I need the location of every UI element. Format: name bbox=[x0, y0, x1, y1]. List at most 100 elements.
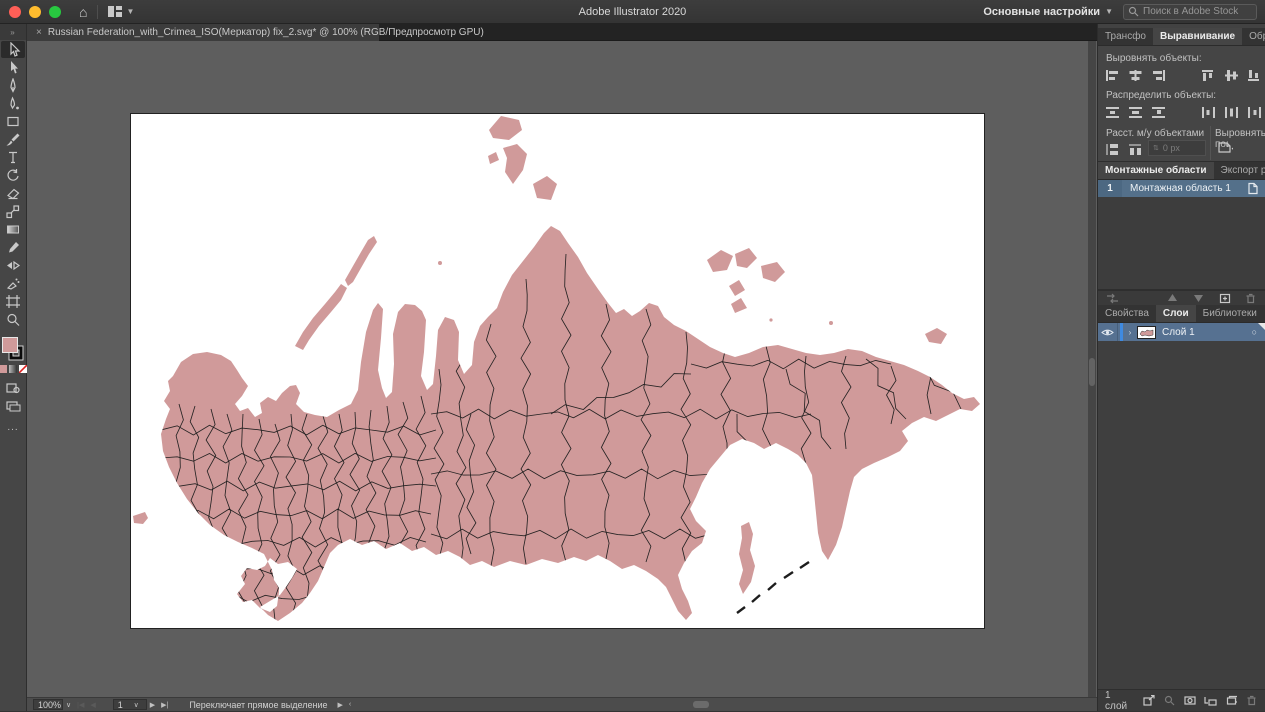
type-tool[interactable] bbox=[1, 149, 25, 166]
align-middle-v-button[interactable] bbox=[1223, 68, 1240, 82]
distribute-top-button[interactable] bbox=[1104, 105, 1121, 119]
align-to-selector[interactable] bbox=[1216, 140, 1233, 154]
horizontal-scrollbar-thumb[interactable] bbox=[693, 701, 709, 708]
artboard-nav-select[interactable]: 1 ∨ bbox=[113, 699, 147, 710]
tab-align[interactable]: Выравнивание bbox=[1153, 28, 1242, 45]
minimize-window-button[interactable] bbox=[29, 6, 41, 18]
layer-row[interactable]: › Слой 1 ○ bbox=[1098, 323, 1265, 341]
previous-artboard-button[interactable]: ◀ bbox=[90, 701, 95, 709]
stock-search[interactable] bbox=[1123, 4, 1257, 20]
rectangle-tool[interactable] bbox=[1, 113, 25, 130]
none-button[interactable] bbox=[19, 365, 27, 373]
layer-expand-icon[interactable]: › bbox=[1123, 328, 1137, 337]
align-right-button[interactable] bbox=[1150, 68, 1167, 82]
tab-properties[interactable]: Свойства bbox=[1098, 305, 1156, 322]
align-center-h-button[interactable] bbox=[1127, 68, 1144, 82]
zoom-level-select[interactable]: 100% bbox=[33, 699, 63, 710]
fill-swatch[interactable] bbox=[2, 337, 18, 353]
locate-object-button[interactable] bbox=[1164, 694, 1176, 708]
new-layer-button[interactable] bbox=[1225, 694, 1237, 708]
close-tab-icon[interactable]: × bbox=[36, 27, 42, 38]
arrange-documents-control[interactable]: ▼ bbox=[108, 6, 134, 17]
canvas-pasteboard[interactable] bbox=[27, 41, 1097, 697]
artboard-name[interactable]: Монтажная область 1 bbox=[1130, 183, 1244, 194]
layer-target-icon[interactable]: ○ bbox=[1252, 327, 1257, 337]
width-tool[interactable] bbox=[1, 257, 25, 274]
tab-layers[interactable]: Слои bbox=[1156, 305, 1196, 322]
distribute-right-button[interactable] bbox=[1246, 105, 1263, 119]
tab-artboards[interactable]: Монтажные области bbox=[1098, 162, 1214, 179]
tab-pathfinder[interactable]: Обработ bbox=[1242, 28, 1265, 45]
artboard-tool[interactable] bbox=[1, 293, 25, 310]
align-bottom-button[interactable] bbox=[1246, 68, 1263, 82]
russia-mainland-shape[interactable] bbox=[161, 226, 980, 621]
align-panel-tabs: Трансфо Выравнивание Обработ ≡ bbox=[1098, 28, 1265, 46]
symbol-sprayer-tool[interactable] bbox=[1, 275, 25, 292]
color-button[interactable] bbox=[0, 365, 7, 373]
eyedropper-tool[interactable] bbox=[1, 239, 25, 256]
horizontal-distribute-space-button[interactable] bbox=[1127, 142, 1144, 156]
search-input[interactable] bbox=[1143, 6, 1252, 17]
layer-thumbnail[interactable] bbox=[1137, 326, 1156, 339]
make-clipping-mask-button[interactable] bbox=[1184, 694, 1196, 708]
pen-tool[interactable] bbox=[1, 77, 25, 94]
spacing-value-stepper[interactable]: ⇅ 0 px bbox=[1148, 140, 1206, 156]
distribute-center-h-button[interactable] bbox=[1223, 105, 1240, 119]
next-artboard-button[interactable]: ▶ bbox=[150, 701, 155, 709]
tools-panel-drag-handle[interactable]: » bbox=[0, 24, 26, 40]
tab-libraries[interactable]: Библиотеки bbox=[1196, 305, 1264, 322]
document-area: × Russian Federation_with_Crimea_ISO(Мер… bbox=[27, 24, 1097, 711]
zoom-tool[interactable] bbox=[1, 311, 25, 328]
status-flyout-icon[interactable]: ▶ bbox=[337, 701, 342, 709]
zoom-level-value: 100% bbox=[38, 700, 61, 710]
home-icon[interactable]: ⌂ bbox=[79, 4, 87, 20]
chevron-down-icon: ▼ bbox=[126, 7, 134, 16]
vertical-scrollbar-thumb[interactable] bbox=[1089, 358, 1095, 386]
vertical-distribute-space-button[interactable] bbox=[1104, 142, 1121, 156]
zoom-chevron-icon[interactable]: ∨ bbox=[66, 701, 71, 709]
delete-layer-button[interactable] bbox=[1246, 694, 1258, 708]
curvature-tool[interactable] bbox=[1, 95, 25, 112]
zoom-window-button[interactable] bbox=[49, 6, 61, 18]
selection-tool[interactable] bbox=[1, 41, 25, 58]
eraser-tool[interactable] bbox=[1, 185, 25, 202]
new-artboard-button[interactable] bbox=[1216, 291, 1233, 305]
last-artboard-button[interactable]: ▶| bbox=[161, 701, 168, 709]
status-back-icon[interactable]: ‹ bbox=[349, 701, 351, 708]
move-artboard-up-button[interactable] bbox=[1164, 291, 1181, 305]
vertical-scrollbar[interactable] bbox=[1088, 41, 1096, 697]
first-artboard-button[interactable]: |◀ bbox=[77, 701, 84, 709]
paintbrush-tool[interactable] bbox=[1, 131, 25, 148]
move-artboard-down-button[interactable] bbox=[1190, 291, 1207, 305]
collect-for-export-button[interactable] bbox=[1143, 694, 1155, 708]
new-sublayer-button[interactable] bbox=[1204, 694, 1217, 708]
rearrange-artboards-button[interactable] bbox=[1104, 291, 1121, 305]
edit-toolbar-button[interactable]: ... bbox=[7, 422, 18, 433]
severnaya-zemlya-2 bbox=[735, 248, 757, 268]
artboard-row[interactable]: 1 Монтажная область 1 bbox=[1098, 180, 1265, 197]
layer-name[interactable]: Слой 1 bbox=[1162, 327, 1252, 338]
scale-tool[interactable] bbox=[1, 203, 25, 220]
distribute-center-v-button[interactable] bbox=[1127, 105, 1144, 119]
screen-mode-button[interactable] bbox=[1, 397, 25, 414]
gradient-tool[interactable] bbox=[1, 221, 25, 238]
delete-artboard-button[interactable] bbox=[1242, 291, 1259, 305]
artboards-panel-tabs: Монтажные области Экспорт ресур ≡ bbox=[1098, 162, 1265, 180]
tab-transform[interactable]: Трансфо bbox=[1098, 28, 1153, 45]
horizontal-distribute-space-icon bbox=[1128, 143, 1143, 156]
drawing-modes-button[interactable] bbox=[1, 379, 25, 396]
artboard-page-icon[interactable] bbox=[1244, 182, 1261, 196]
tab-asset-export[interactable]: Экспорт ресур bbox=[1214, 162, 1265, 179]
fill-stroke-swatches[interactable] bbox=[1, 336, 25, 362]
direct-selection-tool[interactable] bbox=[1, 59, 25, 76]
gradient-button[interactable] bbox=[9, 365, 17, 373]
distribute-left-button[interactable] bbox=[1200, 105, 1217, 119]
workspace-switcher[interactable]: Основные настройки ▼ bbox=[983, 6, 1113, 18]
document-tab[interactable]: × Russian Federation_with_Crimea_ISO(Мер… bbox=[27, 24, 379, 41]
align-top-button[interactable] bbox=[1200, 68, 1217, 82]
rotate-tool[interactable] bbox=[1, 167, 25, 184]
close-window-button[interactable] bbox=[9, 6, 21, 18]
align-left-button[interactable] bbox=[1104, 68, 1121, 82]
layer-visibility-toggle[interactable] bbox=[1098, 323, 1118, 341]
distribute-bottom-button[interactable] bbox=[1150, 105, 1167, 119]
